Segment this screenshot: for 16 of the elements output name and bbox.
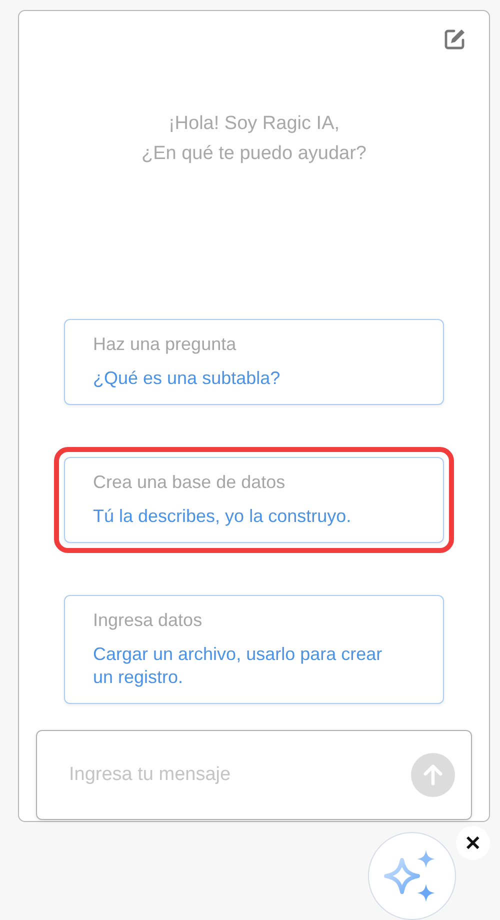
close-button[interactable]: ✕ <box>456 826 490 860</box>
suggestion-title: Ingresa datos <box>93 610 204 631</box>
suggestion-card[interactable]: Haz una pregunta ¿Qué es una subtabla? <box>64 319 444 405</box>
message-box[interactable]: Ingresa tu mensaje <box>36 730 472 820</box>
suggestion-card[interactable]: Ingresa datos Cargar un archivo, usarlo para crear un registro. <box>64 595 444 704</box>
suggestion-prompt: Cargar un archivo, usarlo para crear un registro. <box>93 643 383 689</box>
greeting-text: ¡Hola! Soy Ragic IA, <box>167 112 341 136</box>
suggestion-title: Haz una pregunta <box>93 334 238 355</box>
greeting-text: ¿En qué te puedo ayudar? <box>141 142 366 166</box>
suggestion-title: Crea una base de datos <box>93 472 286 493</box>
edit-icon[interactable] <box>443 27 467 51</box>
send-button[interactable] <box>411 753 455 797</box>
suggestion-prompt: Tú la describes, yo la construyo. <box>93 505 352 528</box>
suggestion-prompt: ¿Qué es una subtabla? <box>93 367 282 390</box>
message-field[interactable]: Ingresa tu mensaje <box>67 763 411 787</box>
suggestion-card[interactable]: Crea una base de datos Tú la describes, yo la construyo. <box>64 457 444 543</box>
